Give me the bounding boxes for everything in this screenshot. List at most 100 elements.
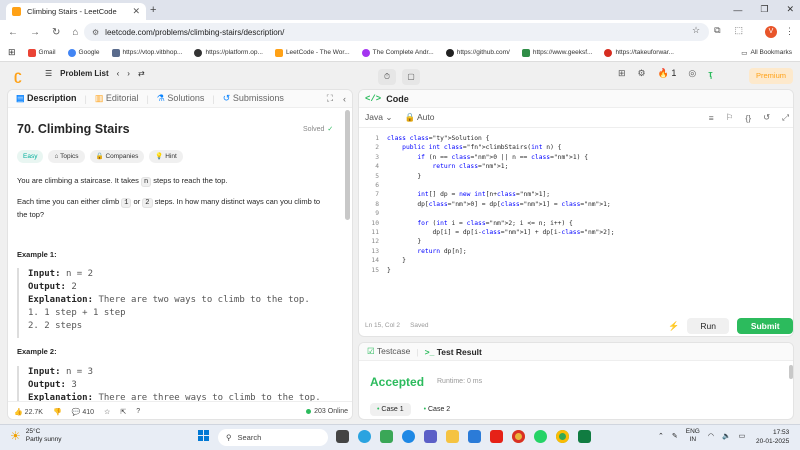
favorite-star-icon[interactable]: ☆ xyxy=(104,408,110,416)
streak-badge[interactable]: 🔥 1 xyxy=(658,68,677,79)
share-icon[interactable]: ⇱ xyxy=(120,408,126,416)
site-info-icon[interactable]: ⚙ xyxy=(92,28,99,37)
case-2-tab[interactable]: • Case 2 xyxy=(417,403,458,416)
format-icon[interactable]: ≡ xyxy=(709,113,714,123)
file-explorer-icon[interactable] xyxy=(446,430,459,443)
reset-icon[interactable]: ↺ xyxy=(763,112,770,123)
tab-description[interactable]: ▤ Description xyxy=(16,93,77,104)
forward-icon[interactable]: → xyxy=(30,27,40,38)
tab-testcase[interactable]: ☑ Testcase xyxy=(367,346,410,357)
comments-button[interactable]: 💬 410 xyxy=(72,408,94,416)
battery-icon[interactable]: ▭ xyxy=(739,432,746,440)
openai-icon xyxy=(194,48,203,57)
profile-avatar[interactable]: V xyxy=(765,26,777,38)
bookmark-platform[interactable]: https://platform.op... xyxy=(194,48,263,57)
pen-icon[interactable]: ✎ xyxy=(672,432,678,440)
telegram-icon[interactable] xyxy=(358,430,371,443)
tab-submissions[interactable]: ↺ Submissions xyxy=(223,93,284,104)
timer-icon[interactable]: ⏱ xyxy=(378,69,396,85)
run-button[interactable]: Run xyxy=(687,318,730,334)
youtube-icon[interactable] xyxy=(490,430,503,443)
bookmark-github[interactable]: https://github.com/ xyxy=(445,48,510,57)
url-bar[interactable]: ⚙ leetcode.com/problems/climbing-stairs/… xyxy=(84,23,709,41)
menu-kebab-icon[interactable]: ⋮ xyxy=(785,26,794,37)
line-number: 12 xyxy=(371,238,379,246)
settings-icon[interactable]: ⚙ xyxy=(638,68,646,79)
bookmark-takeuforward[interactable]: https://takeuforwar... xyxy=(604,48,674,57)
language-select[interactable]: Java ⌄ xyxy=(365,112,392,123)
wifi-icon[interactable]: ◠ xyxy=(708,432,714,440)
close-tab-icon[interactable]: ✕ xyxy=(132,6,140,17)
shuffle-icon[interactable]: ⇄ xyxy=(138,69,145,78)
chevron-up-icon[interactable]: ⌃ xyxy=(658,432,664,440)
collapse-icon[interactable]: ‹ xyxy=(343,94,346,104)
reload-icon[interactable]: ↻ xyxy=(52,27,60,38)
tab-test-result[interactable]: >_ Test Result xyxy=(425,347,482,357)
prev-problem-icon[interactable]: ‹ xyxy=(117,69,120,78)
volume-icon[interactable]: 🔈 xyxy=(722,432,731,440)
help-icon[interactable]: ? xyxy=(136,408,140,415)
chrome-icon[interactable] xyxy=(512,430,525,443)
layout-icon[interactable]: ⊞ xyxy=(618,68,626,79)
all-bookmarks[interactable]: ▭ All Bookmarks xyxy=(741,49,792,57)
companies-tag[interactable]: 🔒 Companies xyxy=(89,150,145,163)
avatar[interactable]: ҭ xyxy=(708,69,712,79)
windows-start-icon[interactable] xyxy=(198,430,210,442)
clock[interactable]: 17:53 20-01-2025 xyxy=(756,428,789,446)
bookmark-icon[interactable]: ⚐ xyxy=(726,112,734,123)
description-paragraph-1: You are climbing a staircase. It takes n… xyxy=(17,176,228,187)
expand-icon[interactable]: ⛶ xyxy=(327,93,333,104)
back-icon[interactable]: ← xyxy=(8,27,18,38)
home-icon[interactable]: ⌂ xyxy=(72,27,78,38)
taskbar-search[interactable]: ⚲ Search xyxy=(218,429,328,446)
notifications-icon[interactable]: ◎ xyxy=(688,68,696,79)
bookmark-leetcode[interactable]: LeetCode - The Wor... xyxy=(274,48,350,57)
maximize-icon[interactable]: ❐ xyxy=(760,4,768,15)
close-window-icon[interactable]: ✕ xyxy=(786,4,794,15)
notes-icon[interactable]: ▢ xyxy=(402,69,420,85)
chrome-alt-icon[interactable] xyxy=(556,430,569,443)
submit-button[interactable]: Submit xyxy=(737,318,794,334)
language-indicator[interactable]: ENG IN xyxy=(686,428,700,444)
dislike-icon[interactable]: 👎 xyxy=(53,408,62,416)
premium-button[interactable]: Premium xyxy=(749,68,793,84)
leetcode-logo-icon[interactable]: ʗ xyxy=(14,67,22,83)
code-editor[interactable]: 1 class class="ty">Solution {2 public int… xyxy=(359,132,793,322)
bookmark-gmail[interactable]: Gmail xyxy=(27,48,56,57)
store-icon[interactable] xyxy=(468,430,481,443)
bookmark-vtop[interactable]: https://vtop.vitbhop... xyxy=(111,48,182,57)
hint-tag[interactable]: 💡 Hint xyxy=(149,150,183,163)
browser-tab[interactable]: Climbing Stairs - LeetCode ✕ xyxy=(6,3,146,20)
tab-search-icon[interactable]: ⬚ xyxy=(735,25,744,36)
topics-tag[interactable]: ⌂ Topics xyxy=(48,150,85,163)
apps-grid-icon[interactable]: ⊞ xyxy=(8,47,16,58)
next-problem-icon[interactable]: › xyxy=(127,69,130,78)
new-tab-button[interactable]: + xyxy=(150,4,156,16)
teams-icon[interactable] xyxy=(424,430,437,443)
bookmark-geeksforgeeks[interactable]: https://www.geeksf... xyxy=(521,48,592,57)
maps-icon[interactable] xyxy=(380,430,393,443)
minimize-icon[interactable]: — xyxy=(733,5,742,15)
extensions-icon[interactable]: ⧉ xyxy=(714,25,720,36)
fullscreen-icon[interactable]: ⤢ xyxy=(782,112,789,123)
result-scrollbar[interactable] xyxy=(789,365,793,379)
taskview-icon[interactable] xyxy=(336,430,349,443)
braces-icon[interactable]: {} xyxy=(745,113,751,123)
problem-list-link[interactable]: Problem List xyxy=(60,69,108,78)
like-button[interactable]: 👍 22.7K xyxy=(14,408,43,416)
whatsapp-icon[interactable] xyxy=(534,430,547,443)
bookmark-google[interactable]: Google xyxy=(67,48,100,57)
description-scrollbar[interactable] xyxy=(345,110,350,220)
edge-icon[interactable] xyxy=(402,430,415,443)
code-line: dp[i] = dp[i-class="nm">1] + dp[i-class=… xyxy=(387,229,615,236)
tab-editorial[interactable]: ▥ Editorial xyxy=(95,93,139,104)
excel-icon[interactable] xyxy=(578,430,591,443)
gmail-icon xyxy=(27,48,36,57)
weather-widget[interactable]: ☀ 25°C Partly sunny xyxy=(10,428,62,444)
debug-icon[interactable]: ⚡ xyxy=(668,321,679,332)
bookmark-star-icon[interactable]: ☆ xyxy=(692,25,700,36)
tab-solutions[interactable]: ⚗ Solutions xyxy=(157,93,205,104)
case-1-tab[interactable]: • Case 1 xyxy=(370,403,411,416)
auto-mode-toggle[interactable]: 🔒 Auto xyxy=(404,112,434,123)
bookmark-udemy[interactable]: The Complete Andr... xyxy=(361,48,434,57)
